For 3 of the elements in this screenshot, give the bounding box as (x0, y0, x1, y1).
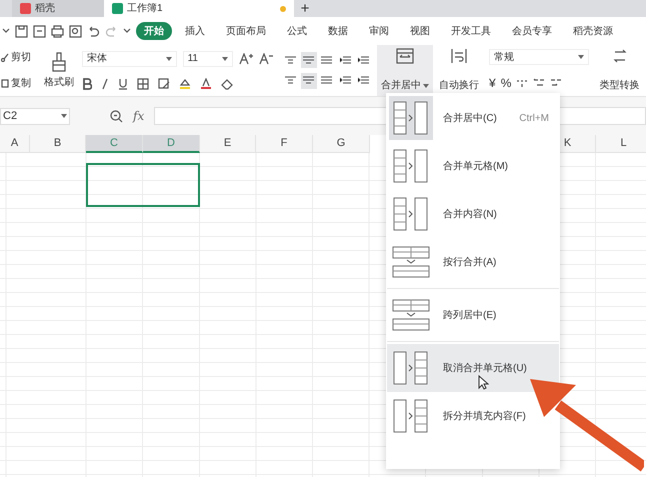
shortcut-label: Ctrl+M (519, 112, 549, 126)
tab-title: 工作簿1 (127, 2, 163, 16)
tab-title: 稻壳 (35, 2, 55, 16)
